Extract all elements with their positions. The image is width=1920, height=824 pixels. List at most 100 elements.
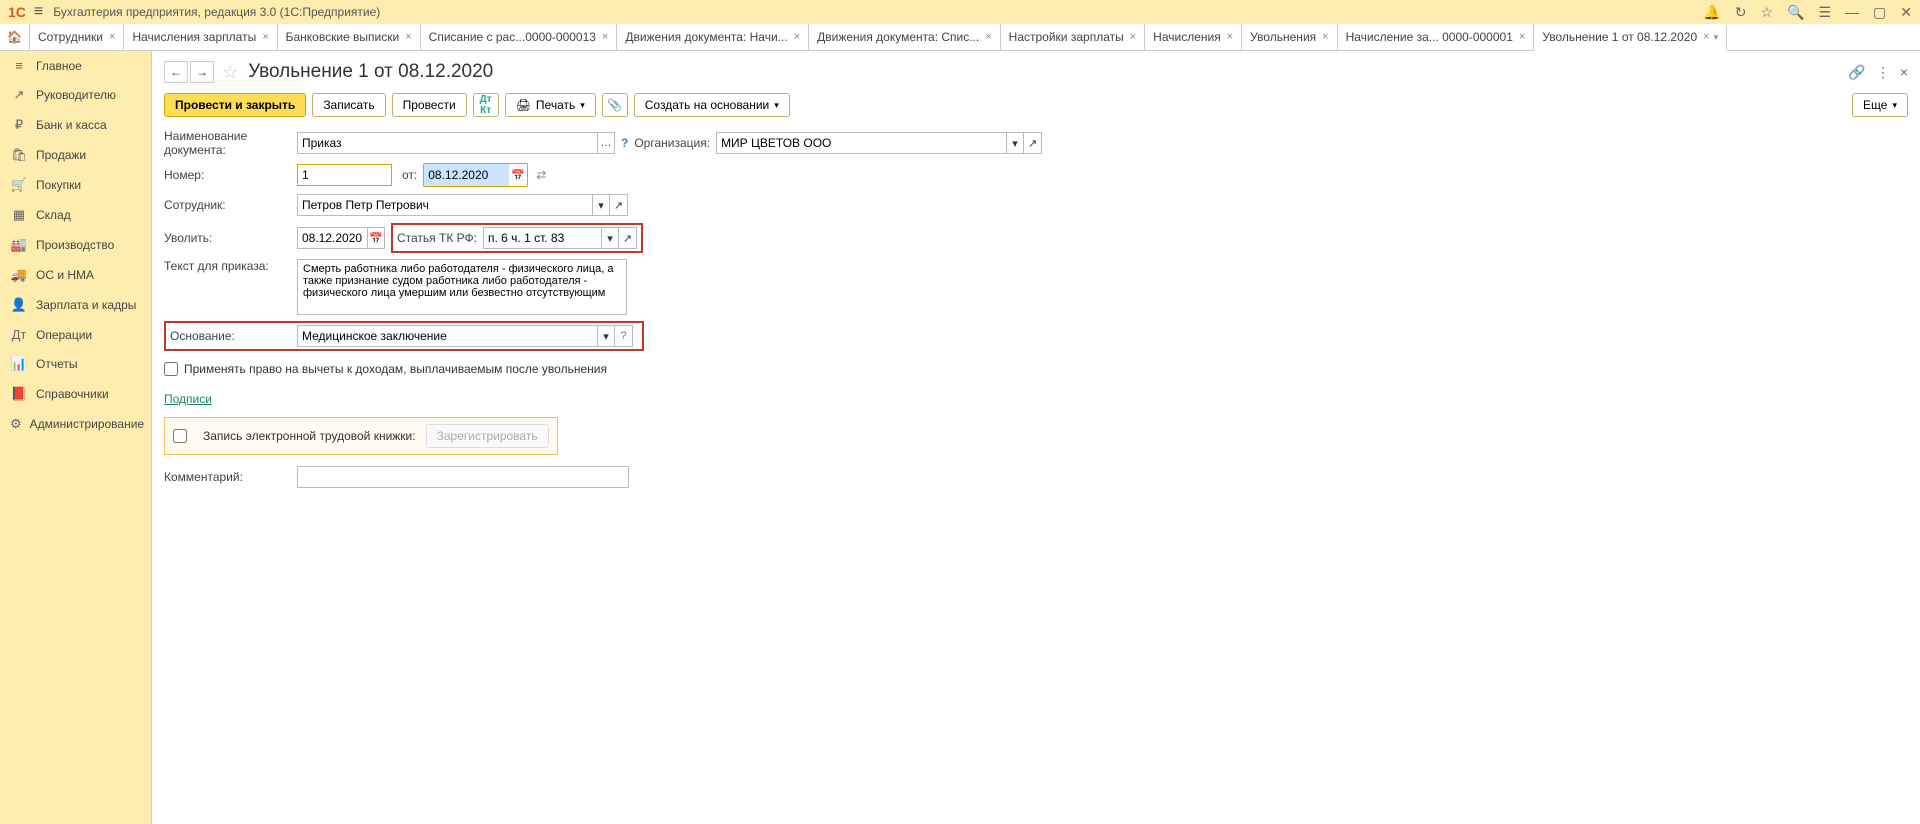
- dismiss-date-input[interactable]: [297, 227, 367, 249]
- sidebar-item-hr[interactable]: 👤Зарплата и кадры: [0, 290, 151, 320]
- chevron-down-icon[interactable]: ▾: [1006, 132, 1024, 154]
- doc-name-input[interactable]: [297, 132, 597, 154]
- close-panel-icon[interactable]: ×: [1900, 64, 1908, 81]
- minimize-icon[interactable]: —: [1845, 4, 1859, 20]
- number-input[interactable]: [297, 164, 392, 186]
- dt-kt-button[interactable]: ДтКт: [473, 93, 499, 117]
- sidebar-item-admin[interactable]: ⚙Администрирование: [0, 409, 151, 439]
- sidebar: ≡Главное ↗Руководителю ₽Банк и касса 🛍Пр…: [0, 51, 152, 824]
- sidebar-item-main[interactable]: ≡Главное: [0, 51, 151, 80]
- date-input[interactable]: [424, 164, 509, 186]
- tab-writeoff[interactable]: Списание с рас...0000-000013×: [421, 24, 618, 50]
- back-button[interactable]: ←: [164, 61, 188, 83]
- tab-bank[interactable]: Банковские выписки×: [278, 24, 421, 50]
- close-icon[interactable]: ×: [1130, 31, 1136, 43]
- help-icon[interactable]: ?: [621, 136, 628, 150]
- bars-icon: 📊: [10, 356, 28, 372]
- hamburger-icon[interactable]: ≡: [34, 3, 43, 21]
- kebab-icon[interactable]: ⋮: [1876, 64, 1890, 81]
- sidebar-item-operations[interactable]: ДтОперации: [0, 320, 151, 349]
- close-icon[interactable]: ×: [1703, 31, 1709, 43]
- sidebar-item-references[interactable]: 📕Справочники: [0, 379, 151, 409]
- help-icon[interactable]: ?: [615, 325, 633, 347]
- elec-record-checkbox[interactable]: [173, 429, 187, 443]
- tab-salary-settings[interactable]: Настройки зарплаты×: [1001, 24, 1146, 50]
- tab-employees[interactable]: Сотрудники×: [30, 24, 124, 50]
- chart-icon: ↗: [10, 87, 28, 103]
- create-based-button[interactable]: Создать на основании▾: [634, 93, 790, 117]
- menu-icon: ≡: [10, 58, 28, 73]
- star-icon[interactable]: ☆: [1760, 4, 1773, 21]
- ruble-icon: ₽: [10, 117, 28, 133]
- settings-icon[interactable]: ☰: [1818, 4, 1831, 21]
- employee-input[interactable]: [297, 194, 592, 216]
- order-text-label: Текст для приказа:: [164, 259, 297, 273]
- open-icon[interactable]: ↗: [619, 227, 637, 249]
- chevron-down-icon[interactable]: ▾: [592, 194, 610, 216]
- close-icon[interactable]: ×: [262, 31, 268, 43]
- sidebar-item-reports[interactable]: 📊Отчеты: [0, 349, 151, 379]
- tab-accruals[interactable]: Начисления×: [1145, 24, 1242, 50]
- arrows-icon[interactable]: ⇄: [536, 168, 546, 182]
- close-icon[interactable]: ×: [405, 31, 411, 43]
- chevron-down-icon[interactable]: ▾: [1714, 32, 1719, 43]
- person-icon: 👤: [10, 297, 28, 313]
- print-button[interactable]: 🖨Печать▾: [505, 93, 596, 117]
- tab-moves2[interactable]: Движения документа: Спис...×: [809, 24, 1001, 50]
- sidebar-item-manager[interactable]: ↗Руководителю: [0, 80, 151, 110]
- close-icon[interactable]: ×: [602, 31, 608, 43]
- maximize-icon[interactable]: ▢: [1873, 4, 1886, 21]
- close-icon[interactable]: ×: [985, 31, 991, 43]
- signatures-link[interactable]: Подписи: [164, 392, 212, 406]
- chevron-down-icon[interactable]: ▾: [597, 325, 615, 347]
- tab-moves1[interactable]: Движения документа: Начи...×: [617, 24, 809, 50]
- save-button[interactable]: Записать: [312, 93, 385, 117]
- more-button[interactable]: Еще▾: [1852, 93, 1908, 117]
- close-icon[interactable]: ✕: [1900, 4, 1912, 21]
- tab-accrual-doc[interactable]: Начисление за... 0000-000001×: [1338, 24, 1535, 50]
- history-icon[interactable]: ↻: [1735, 4, 1747, 21]
- chevron-down-icon[interactable]: ▾: [601, 227, 619, 249]
- sidebar-item-warehouse[interactable]: ▦Склад: [0, 200, 151, 230]
- bag-icon: 🛍: [10, 147, 28, 163]
- article-input[interactable]: [483, 227, 601, 249]
- tab-dismissals[interactable]: Увольнения×: [1242, 24, 1337, 50]
- tab-payroll[interactable]: Начисления зарплаты×: [124, 24, 277, 50]
- sidebar-item-bank[interactable]: ₽Банк и касса: [0, 110, 151, 140]
- close-icon[interactable]: ×: [1519, 31, 1525, 43]
- close-icon[interactable]: ×: [109, 31, 115, 43]
- comment-input[interactable]: [297, 466, 629, 488]
- dismiss-label: Уволить:: [164, 231, 297, 245]
- tab-dismissal-doc[interactable]: Увольнение 1 от 08.12.2020×▾: [1534, 25, 1727, 51]
- org-input[interactable]: [716, 132, 1006, 154]
- post-button[interactable]: Провести: [392, 93, 467, 117]
- open-icon[interactable]: ↗: [1024, 132, 1042, 154]
- attach-button[interactable]: 📎: [602, 93, 628, 117]
- bell-icon[interactable]: 🔔: [1703, 4, 1720, 21]
- forward-button[interactable]: →: [190, 61, 214, 83]
- sidebar-item-production[interactable]: 🏭Производство: [0, 230, 151, 260]
- truck-icon: 🚚: [10, 267, 28, 283]
- link-icon[interactable]: 🔗: [1848, 64, 1865, 81]
- close-icon[interactable]: ×: [1322, 31, 1328, 43]
- deductions-checkbox[interactable]: [164, 362, 178, 376]
- close-icon[interactable]: ×: [1227, 31, 1233, 43]
- factory-icon: 🏭: [10, 237, 28, 253]
- post-and-close-button[interactable]: Провести и закрыть: [164, 93, 306, 117]
- titlebar: 1С ≡ Бухгалтерия предприятия, редакция 3…: [0, 0, 1920, 24]
- register-button[interactable]: Зарегистрировать: [426, 424, 549, 448]
- home-tab[interactable]: 🏠: [0, 24, 30, 50]
- ellipsis-icon[interactable]: …: [597, 132, 615, 154]
- search-icon[interactable]: 🔍: [1787, 4, 1804, 21]
- order-text-input[interactable]: [297, 259, 627, 315]
- sidebar-item-sales[interactable]: 🛍Продажи: [0, 140, 151, 170]
- open-icon[interactable]: ↗: [610, 194, 628, 216]
- sidebar-item-purchases[interactable]: 🛒Покупки: [0, 170, 151, 200]
- sidebar-item-assets[interactable]: 🚚ОС и НМА: [0, 260, 151, 290]
- favorite-icon[interactable]: ☆: [222, 62, 238, 83]
- calendar-icon[interactable]: 📅: [509, 164, 527, 186]
- article-label: Статья ТК РФ:: [397, 231, 477, 245]
- calendar-icon[interactable]: 📅: [367, 227, 385, 249]
- close-icon[interactable]: ×: [794, 31, 800, 43]
- basis-input[interactable]: [297, 325, 597, 347]
